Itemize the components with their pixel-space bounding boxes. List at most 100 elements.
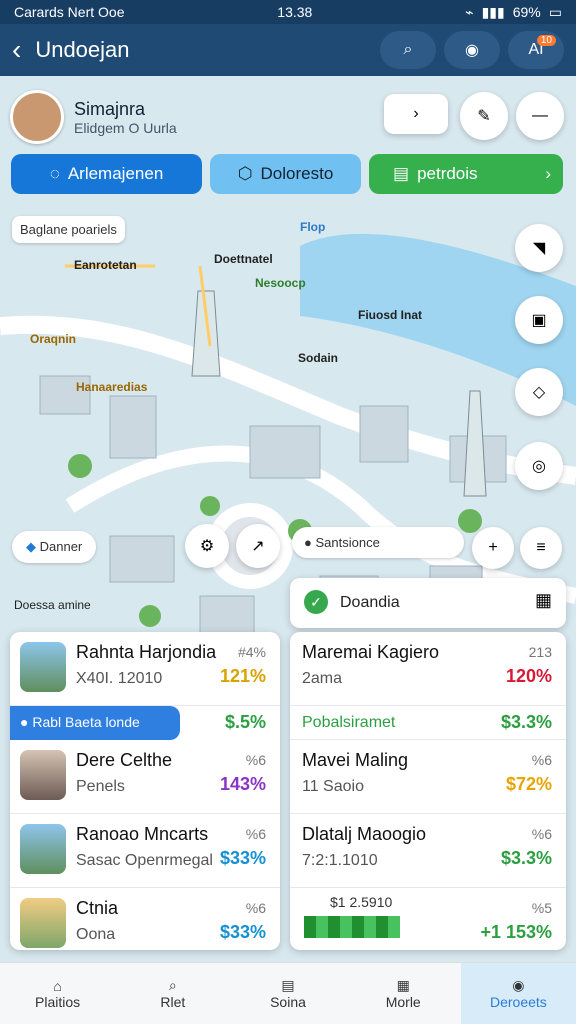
share-icon: ↗ xyxy=(251,538,265,555)
mini-bar-chart xyxy=(304,916,400,938)
list-item[interactable]: Dlatalj Maoogio 7:2:1.1010 %6 $3.3% xyxy=(290,814,566,888)
map-top-label: Flop xyxy=(300,220,326,234)
list-item[interactable]: Mavei Maling 11 Saoio %6 $72% xyxy=(290,740,566,814)
thumbnail xyxy=(20,642,66,692)
item-title: Dlatalj Maoogio xyxy=(302,824,427,844)
map-search-label[interactable]: Baglane poariels xyxy=(12,216,125,243)
tab-2[interactable]: ⬡ Doloresto xyxy=(210,154,361,194)
map-status-right[interactable]: ● Santsionce xyxy=(292,527,464,558)
item-value: 120% xyxy=(505,666,552,686)
app-bar: ‹ Undoejan ⌕ ◉ AI 10 xyxy=(0,24,576,76)
tool-button[interactable]: ⚙ xyxy=(185,524,229,568)
item-small: %6 xyxy=(245,752,266,768)
chevron-right-icon: › xyxy=(545,164,551,183)
person-icon: ◉ xyxy=(512,977,525,993)
filter-button[interactable]: ≡ xyxy=(520,527,562,569)
calendar-icon: ▦ xyxy=(534,590,552,610)
home-icon: ⌂ xyxy=(53,977,62,994)
search-button[interactable]: ⌕ xyxy=(380,31,436,69)
right-header-card[interactable]: ✓ Doandia ▦ xyxy=(290,578,566,628)
list-item[interactable]: Rahnta Harjondia X40I. 12010 #4% 121% xyxy=(10,632,280,706)
list-item[interactable]: Dere Celthe Penels %6 143% xyxy=(10,740,280,814)
list-item[interactable]: Ctnia Oona %6 $33% xyxy=(10,888,280,962)
bottom-nav: ⌂ Plaitios ⌕ Rlet ▤ Soina ▦ Morle ◉ Deroeets xyxy=(0,962,576,1024)
list-item[interactable]: Pobalsiramet $3.3% xyxy=(290,706,566,740)
bluetooth-icon: ⌁ xyxy=(465,3,474,20)
map-place-label: Oraqnin xyxy=(30,332,77,346)
status-bar: Carards Nert Ooe 13.38 ⌁ ▮▮▮ 69% ▭ xyxy=(0,0,576,24)
avatar[interactable] xyxy=(10,90,64,144)
item-subtitle: 7:2:1.1010 xyxy=(302,852,378,869)
back-icon[interactable]: ‹ xyxy=(12,34,21,66)
tag-icon: ⬡ xyxy=(237,164,253,183)
item-value: 121% xyxy=(219,666,266,686)
item-small: %6 xyxy=(245,826,266,842)
notification-badge: 10 xyxy=(536,35,556,46)
next-button[interactable]: › xyxy=(384,94,448,134)
item-small: %6 xyxy=(531,826,552,842)
item-small: %5 xyxy=(531,900,552,916)
nav-item[interactable]: ▤ Soina xyxy=(230,963,345,1024)
nav-item[interactable]: ⌂ Plaitios xyxy=(0,963,115,1024)
list-item-highlight[interactable]: ● Rabl Baeta londe $.5% xyxy=(10,706,280,740)
item-subtitle: 11 Saoio xyxy=(302,778,364,795)
map-place-label: Nesoocp xyxy=(255,276,306,290)
item-value: $33% xyxy=(219,922,266,942)
item-title: Rahnta Harjondia xyxy=(76,642,217,662)
list-item[interactable]: Maremai Kagiero 2ama 213 120% xyxy=(290,632,566,706)
map-place-label: Eanrotetan xyxy=(74,258,137,272)
item-subtitle: X40I. 12010 xyxy=(76,670,163,687)
thumbnail xyxy=(20,824,66,874)
profile-name: Simajnra xyxy=(74,98,146,119)
card-title: Doandia xyxy=(340,594,400,611)
thumbnail xyxy=(20,750,66,800)
item-title: Ranoao Mncarts xyxy=(76,824,209,844)
location-button[interactable]: ◎ xyxy=(515,442,563,490)
map-bottom-left-label: Doessa amine xyxy=(14,598,91,612)
check-circle-icon: ✓ xyxy=(304,590,328,614)
map-place-label: Doettnatel xyxy=(214,252,273,266)
next-icon: › xyxy=(413,105,419,122)
tab-1[interactable]: ◌ Arlemajenen xyxy=(11,154,202,194)
nav-item-active[interactable]: ◉ Deroeets xyxy=(460,963,576,1024)
item-subtitle: 2ama xyxy=(302,670,343,687)
map-place-label: Sodain xyxy=(298,351,339,365)
compass-button[interactable]: ◥ xyxy=(515,224,563,272)
recenter-icon: ◇ xyxy=(532,384,546,401)
item-title: Rabl Baeta londe xyxy=(32,714,140,730)
item-value: +1 153% xyxy=(480,922,552,942)
search-icon: ⌕ xyxy=(403,41,413,58)
layers-button[interactable]: ▣ xyxy=(515,296,563,344)
clock: 13.38 xyxy=(277,4,313,20)
note-icon: ▤ xyxy=(393,164,410,183)
edit-button[interactable]: ✎ xyxy=(460,92,508,140)
nav-item[interactable]: ▦ Morle xyxy=(346,963,461,1024)
item-title: Dere Celthe xyxy=(76,750,173,770)
item-subtitle: Penels xyxy=(76,778,125,795)
filter-icon: ≡ xyxy=(536,539,546,556)
profile-subtitle: Elidgem O Uurla xyxy=(74,119,177,136)
notifications-button[interactable]: AI 10 xyxy=(508,31,564,69)
profile-button[interactable]: ◉ xyxy=(444,31,500,69)
compass-icon: ◥ xyxy=(532,240,546,257)
item-title: Maremai Kagiero xyxy=(302,642,440,662)
location-icon: ◎ xyxy=(532,458,546,475)
item-title: Pobalsiramet xyxy=(302,714,396,731)
carrier-text: Carards Nert Ooe xyxy=(14,4,125,20)
recenter-button[interactable]: ◇ xyxy=(515,368,563,416)
list-item[interactable]: Ranoao Mncarts Sasac Openrmegal %6 $33% xyxy=(10,814,280,888)
share-button[interactable]: ↗ xyxy=(236,524,280,568)
edit-icon: ✎ xyxy=(477,108,491,125)
map-status-left[interactable]: ◆ Danner xyxy=(12,531,97,563)
pin-add-button[interactable]: + xyxy=(472,527,514,569)
profile: Simajnra Elidgem O Uurla xyxy=(10,90,177,144)
map-place-label: Fiuosd Inat xyxy=(358,308,422,322)
nav-item[interactable]: ⌕ Rlet xyxy=(115,963,230,1024)
highlight-chip[interactable]: ● Rabl Baeta londe xyxy=(10,706,180,740)
item-value: 143% xyxy=(219,774,266,794)
tab-3[interactable]: ▤ petrdois › xyxy=(369,154,563,194)
document-icon: ▤ xyxy=(281,977,295,993)
chart-caption: $1 2.5910 xyxy=(330,894,393,910)
minus-button[interactable]: — xyxy=(516,92,564,140)
mini-chart-row[interactable]: $1 2.5910 %5 +1 153% xyxy=(290,888,566,962)
